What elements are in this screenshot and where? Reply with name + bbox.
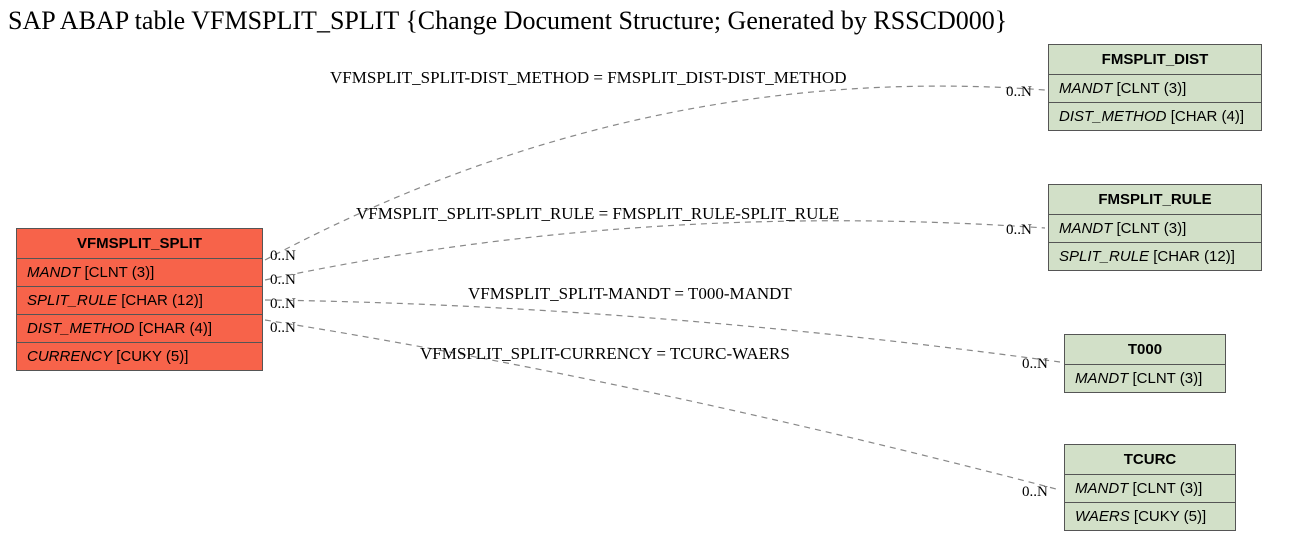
page-title: SAP ABAP table VFMSPLIT_SPLIT {Change Do… <box>8 6 1007 36</box>
relation-label: VFMSPLIT_SPLIT-SPLIT_RULE = FMSPLIT_RULE… <box>356 204 839 224</box>
cardinality: 0..N <box>270 248 296 265</box>
entity-field: SPLIT_RULE [CHAR (12)] <box>1049 243 1261 270</box>
cardinality: 0..N <box>1022 484 1048 501</box>
entity-field: WAERS [CUKY (5)] <box>1065 503 1235 530</box>
entity-header: T000 <box>1065 335 1225 365</box>
entity-header: VFMSPLIT_SPLIT <box>17 229 262 259</box>
cardinality: 0..N <box>1006 222 1032 239</box>
cardinality: 0..N <box>270 320 296 337</box>
entity-vfmsplit-split: VFMSPLIT_SPLIT MANDT [CLNT (3)] SPLIT_RU… <box>16 228 263 371</box>
entity-fmsplit-dist: FMSPLIT_DIST MANDT [CLNT (3)] DIST_METHO… <box>1048 44 1262 131</box>
cardinality: 0..N <box>1006 84 1032 101</box>
cardinality: 0..N <box>270 296 296 313</box>
entity-field: MANDT [CLNT (3)] <box>17 259 262 287</box>
cardinality: 0..N <box>270 272 296 289</box>
entity-header: TCURC <box>1065 445 1235 475</box>
relation-label: VFMSPLIT_SPLIT-MANDT = T000-MANDT <box>468 284 792 304</box>
entity-field: MANDT [CLNT (3)] <box>1049 215 1261 243</box>
entity-field: MANDT [CLNT (3)] <box>1065 365 1225 392</box>
relation-label: VFMSPLIT_SPLIT-CURRENCY = TCURC-WAERS <box>420 344 790 364</box>
entity-field: DIST_METHOD [CHAR (4)] <box>1049 103 1261 130</box>
entity-t000: T000 MANDT [CLNT (3)] <box>1064 334 1226 393</box>
entity-field: MANDT [CLNT (3)] <box>1049 75 1261 103</box>
entity-field: SPLIT_RULE [CHAR (12)] <box>17 287 262 315</box>
entity-tcurc: TCURC MANDT [CLNT (3)] WAERS [CUKY (5)] <box>1064 444 1236 531</box>
relation-label: VFMSPLIT_SPLIT-DIST_METHOD = FMSPLIT_DIS… <box>330 68 846 88</box>
entity-fmsplit-rule: FMSPLIT_RULE MANDT [CLNT (3)] SPLIT_RULE… <box>1048 184 1262 271</box>
entity-header: FMSPLIT_DIST <box>1049 45 1261 75</box>
entity-field: CURRENCY [CUKY (5)] <box>17 343 262 370</box>
cardinality: 0..N <box>1022 356 1048 373</box>
entity-field: DIST_METHOD [CHAR (4)] <box>17 315 262 343</box>
entity-field: MANDT [CLNT (3)] <box>1065 475 1235 503</box>
entity-header: FMSPLIT_RULE <box>1049 185 1261 215</box>
